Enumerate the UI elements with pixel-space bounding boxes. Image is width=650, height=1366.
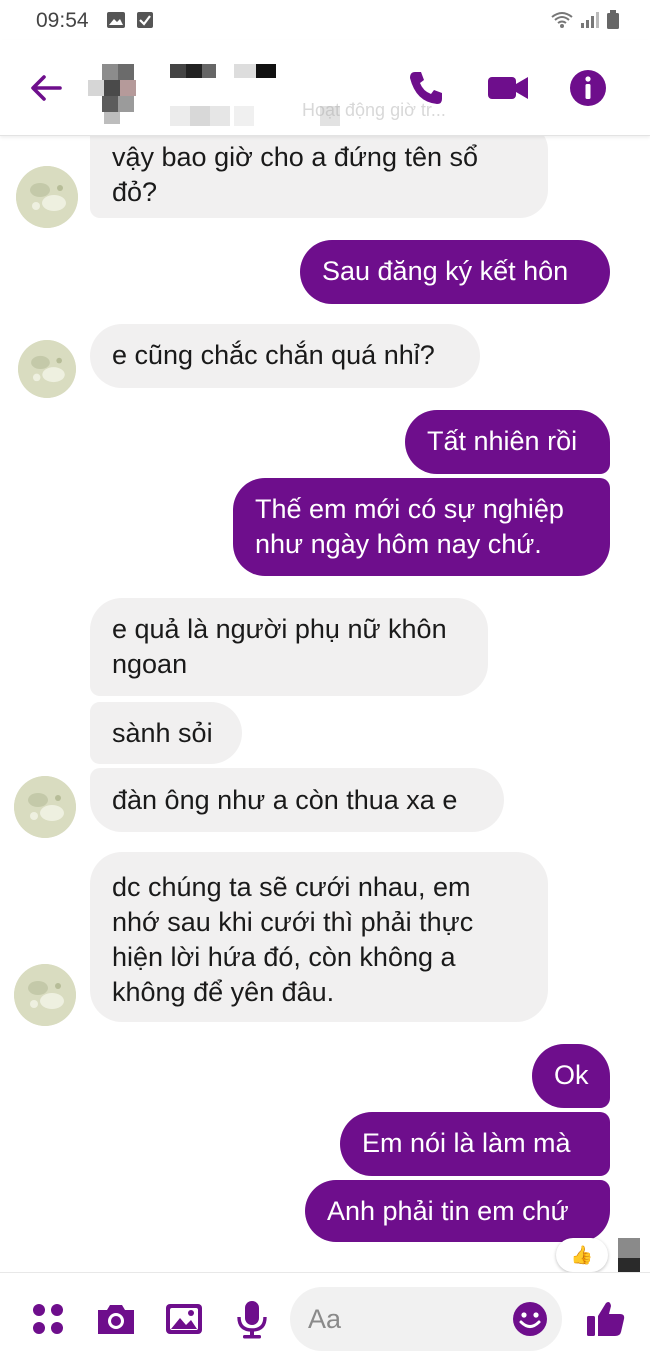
message-text: ngoan	[112, 649, 188, 679]
message-text: Ok	[554, 1060, 589, 1090]
message-incoming[interactable]: dc chúng ta sẽ cưới nhau, em nhớ sau khi…	[90, 852, 548, 1022]
message-text: vậy bao giờ cho a đứng tên sổ	[112, 142, 479, 172]
thumbs-up-reaction-icon: 👍	[570, 1245, 594, 1265]
message-thread: vậy bao giờ cho a đứng tên sổ đỏ? Sau đă…	[0, 0, 650, 1366]
contact-avatar-small	[14, 964, 76, 1026]
conversation-header: Hoạt động giờ tr...	[0, 40, 650, 136]
composer-bar	[0, 1272, 650, 1366]
camera-icon[interactable]	[94, 1297, 138, 1341]
info-icon[interactable]	[566, 66, 610, 110]
contact-avatar-small	[14, 776, 76, 838]
message-text: e cũng chắc chắn quá nhỉ?	[112, 340, 435, 370]
microphone-icon[interactable]	[230, 1297, 274, 1341]
message-text: Em nói là làm mà	[362, 1128, 571, 1158]
message-text: không để yên đâu.	[112, 977, 335, 1007]
message-text: đàn ông như a còn thua xa e	[112, 785, 458, 815]
message-incoming[interactable]: sành sỏi	[90, 702, 242, 764]
reaction-badge[interactable]: 👍	[556, 1238, 608, 1272]
message-text: Tất nhiên rồi	[427, 426, 578, 456]
apps-grid-icon[interactable]	[26, 1297, 70, 1341]
message-text: hiện lời hứa đó, còn không a	[112, 942, 456, 972]
message-text: Thế em mới có sự nghiệp	[255, 494, 564, 524]
video-camera-icon[interactable]	[486, 66, 530, 110]
message-text: sành sỏi	[112, 718, 213, 748]
message-text: đỏ?	[112, 177, 158, 207]
message-composer	[290, 1287, 562, 1351]
message-input[interactable]	[308, 1287, 508, 1351]
back-arrow-icon[interactable]	[26, 68, 66, 108]
message-outgoing[interactable]: Em nói là làm mà	[340, 1112, 610, 1176]
contact-avatar-small	[16, 166, 78, 228]
message-text: nhớ sau khi cưới thì phải thực	[112, 907, 474, 937]
message-outgoing[interactable]: Anh phải tin em chứ	[305, 1180, 610, 1242]
thumbs-up-icon[interactable]	[584, 1297, 628, 1341]
message-outgoing[interactable]: Ok	[532, 1044, 610, 1108]
message-text: Sau đăng ký kết hôn	[322, 256, 569, 286]
phone-icon[interactable]	[404, 66, 448, 110]
message-incoming[interactable]: vậy bao giờ cho a đứng tên sổ đỏ?	[90, 122, 548, 218]
message-text: e quả là người phụ nữ khôn	[112, 614, 447, 644]
image-icon[interactable]	[162, 1297, 206, 1341]
message-incoming[interactable]: e quả là người phụ nữ khôn ngoan	[90, 598, 488, 696]
contact-avatar[interactable]	[88, 62, 150, 124]
message-incoming[interactable]: e cũng chắc chắn quá nhỉ?	[90, 324, 480, 388]
message-outgoing[interactable]: Tất nhiên rồi	[405, 410, 610, 474]
message-outgoing[interactable]: Thế em mới có sự nghiệp như ngày hôm nay…	[233, 478, 610, 576]
message-outgoing[interactable]: Sau đăng ký kết hôn	[300, 240, 610, 304]
contact-avatar-small	[18, 340, 76, 398]
message-text: dc chúng ta sẽ cưới nhau, em	[112, 872, 471, 902]
contact-name	[170, 64, 276, 78]
message-text: như ngày hôm nay chứ.	[255, 529, 542, 559]
message-incoming[interactable]: đàn ông như a còn thua xa e	[90, 768, 504, 832]
message-text: Anh phải tin em chứ	[327, 1196, 569, 1226]
emoji-icon[interactable]	[510, 1299, 550, 1339]
